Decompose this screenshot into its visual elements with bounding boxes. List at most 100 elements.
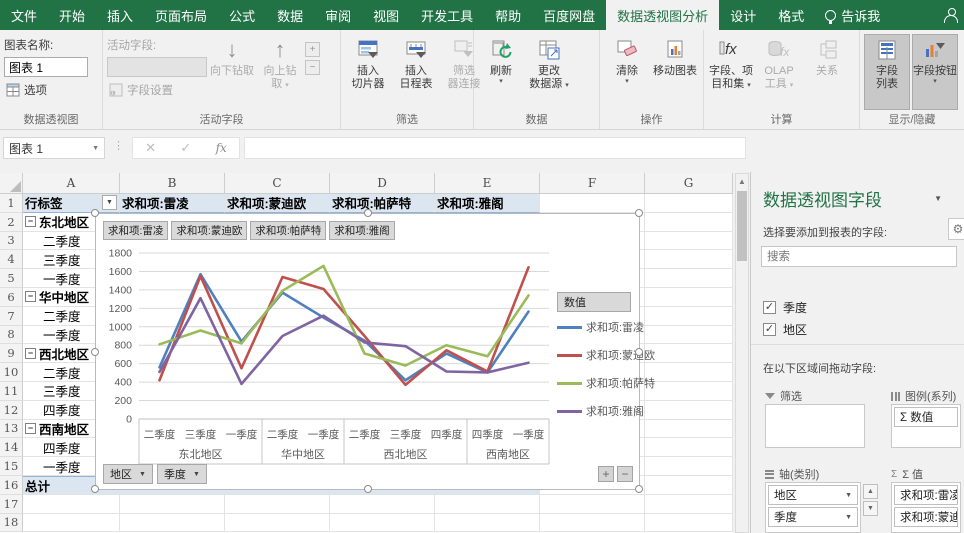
empty-cell[interactable]: [330, 494, 435, 514]
filters-area-box[interactable]: [765, 404, 865, 448]
row-header-1[interactable]: 1: [0, 194, 23, 213]
chart-resize-handle-bottom-right[interactable]: [635, 485, 643, 493]
ribbon-tab-页面布局[interactable]: 页面布局: [144, 0, 218, 30]
field-list-item-季度[interactable]: ✓ 季度: [763, 296, 807, 318]
empty-cell[interactable]: [645, 212, 733, 232]
account-button[interactable]: [944, 0, 958, 30]
empty-cell[interactable]: [225, 513, 330, 533]
move-chart-button[interactable]: 移动图表: [652, 34, 698, 110]
olap-tools-button[interactable]: fx OLAP 工具 ▾: [756, 34, 802, 110]
field-buttons-button[interactable]: 字段按钮 ▾: [912, 34, 958, 110]
collapse-button[interactable]: −: [25, 216, 36, 228]
chart-axis-button-地区[interactable]: 地区 ▼: [103, 464, 153, 484]
chart-resize-handle-top-right[interactable]: [635, 209, 643, 217]
pivot-row-label-cell[interactable]: [23, 513, 120, 533]
empty-cell[interactable]: [540, 513, 645, 533]
area-field-pill-求和项:雷凌[interactable]: 求和项:雷凌▼: [894, 485, 958, 505]
chart-expand-button[interactable]: +: [598, 466, 614, 482]
expand-field-button[interactable]: +: [305, 42, 320, 57]
collapse-button[interactable]: −: [25, 291, 36, 303]
ribbon-tab-开发工具[interactable]: 开发工具: [410, 0, 484, 30]
row-header-14[interactable]: 14: [0, 438, 23, 458]
empty-cell[interactable]: [645, 194, 733, 213]
field-checkbox[interactable]: ✓: [763, 300, 776, 314]
name-box[interactable]: 图表 1 ▼: [3, 137, 105, 159]
values-area-box[interactable]: 求和项:雷凌▼求和项:蒙迪欧▼: [891, 482, 961, 533]
pivot-row-label-cell[interactable]: [23, 494, 120, 514]
refresh-button[interactable]: 刷新 ▾: [478, 34, 524, 110]
row-header-5[interactable]: 5: [0, 269, 23, 288]
empty-cell[interactable]: [645, 231, 733, 251]
chart-resize-handle-middle-left[interactable]: [91, 347, 99, 356]
tell-me-button[interactable]: 告诉我: [815, 0, 890, 30]
area-field-pill-地区[interactable]: 地区 ▼: [768, 485, 858, 505]
empty-cell[interactable]: [645, 419, 733, 439]
pivot-chart[interactable]: 求和项:雷凌 求和项:蒙迪欧 求和项:帕萨特 求和项:雅阁 0 200 400 600 800…: [91, 209, 655, 493]
empty-cell[interactable]: [645, 325, 733, 345]
empty-cell[interactable]: [645, 287, 733, 307]
empty-cell[interactable]: [435, 513, 540, 533]
empty-cell[interactable]: [645, 306, 733, 326]
pane-options-arrow-icon[interactable]: ▼: [934, 194, 942, 203]
insert-timeline-button[interactable]: 插入 日程表: [393, 34, 439, 110]
drill-up-button[interactable]: ↑ 向上钻 取 ▾: [257, 34, 303, 110]
row-header-18[interactable]: 18: [0, 513, 23, 533]
axis-scroll-down-button[interactable]: ▼: [863, 501, 878, 516]
chart-collapse-button[interactable]: −: [617, 466, 633, 482]
pane-splitter[interactable]: [751, 344, 964, 345]
scroll-thumb[interactable]: [737, 191, 747, 261]
relationships-button[interactable]: 关系: [804, 34, 850, 110]
column-header-F[interactable]: F: [540, 173, 645, 194]
column-header-E[interactable]: E: [435, 173, 540, 194]
row-header-10[interactable]: 10: [0, 363, 23, 382]
ribbon-tab-视图[interactable]: 视图: [362, 0, 410, 30]
sheet-vertical-scrollbar[interactable]: ▲: [735, 173, 749, 533]
ribbon-tab-公式[interactable]: 公式: [218, 0, 266, 30]
chart-resize-handle-top-left[interactable]: [91, 209, 99, 217]
row-labels-filter-button[interactable]: ▼: [102, 195, 117, 211]
row-header-8[interactable]: 8: [0, 325, 23, 345]
area-field-pill-求和项:蒙迪欧[interactable]: 求和项:蒙迪欧▼: [894, 507, 958, 527]
legend-item-求和项:帕萨特[interactable]: 求和项:帕萨特: [557, 375, 655, 391]
row-header-17[interactable]: 17: [0, 494, 23, 514]
ribbon-tab-帮助[interactable]: 帮助: [484, 0, 532, 30]
ribbon-tab-设计[interactable]: 设计: [719, 0, 767, 30]
row-header-12[interactable]: 12: [0, 400, 23, 420]
empty-cell[interactable]: [540, 494, 645, 514]
chart-field-button-求和项:雷凌[interactable]: 求和项:雷凌: [103, 221, 169, 240]
chart-field-button-求和项:雅阁[interactable]: 求和项:雅阁: [329, 221, 395, 240]
options-button[interactable]: 选项: [4, 81, 88, 99]
clear-button[interactable]: 清除 ▾: [604, 34, 650, 110]
pivot-row-labels-cell[interactable]: 行标签 ▼: [23, 194, 120, 213]
chart-field-button-求和项:帕萨特[interactable]: 求和项:帕萨特: [250, 221, 327, 240]
empty-cell[interactable]: [540, 194, 645, 213]
empty-cell[interactable]: [645, 438, 733, 458]
row-header-6[interactable]: 6: [0, 287, 23, 307]
empty-cell[interactable]: [645, 269, 733, 288]
field-list-button[interactable]: 字段 列表: [864, 34, 910, 110]
scroll-up-arrow[interactable]: ▲: [736, 174, 748, 189]
column-header-B[interactable]: B: [120, 173, 225, 194]
empty-cell[interactable]: [225, 494, 330, 514]
field-checkbox[interactable]: ✓: [763, 322, 776, 336]
empty-cell[interactable]: [645, 400, 733, 420]
area-field-pill-Σ 数值[interactable]: Σ 数值: [894, 407, 958, 427]
empty-cell[interactable]: [645, 363, 733, 382]
empty-cell[interactable]: [330, 513, 435, 533]
column-header-C[interactable]: C: [225, 173, 330, 194]
ribbon-tab-文件[interactable]: 文件: [0, 0, 48, 30]
collapse-button[interactable]: −: [25, 347, 36, 359]
axis-scroll-up-button[interactable]: ▲: [863, 484, 878, 499]
column-header-G[interactable]: G: [645, 173, 733, 194]
collapse-field-button[interactable]: −: [305, 60, 320, 75]
formula-input[interactable]: [244, 137, 746, 159]
ribbon-tab-数据[interactable]: 数据: [266, 0, 314, 30]
empty-cell[interactable]: [645, 457, 733, 476]
empty-cell[interactable]: [645, 381, 733, 401]
row-header-3[interactable]: 3: [0, 231, 23, 251]
chart-resize-handle-top-middle[interactable]: [363, 209, 372, 217]
cancel-formula-button[interactable]: ✕: [145, 140, 156, 156]
drill-down-button[interactable]: ↓ 向下钻取: [209, 34, 255, 110]
chart-resize-handle-bottom-left[interactable]: [91, 485, 99, 493]
row-header-16[interactable]: 16: [0, 475, 23, 495]
